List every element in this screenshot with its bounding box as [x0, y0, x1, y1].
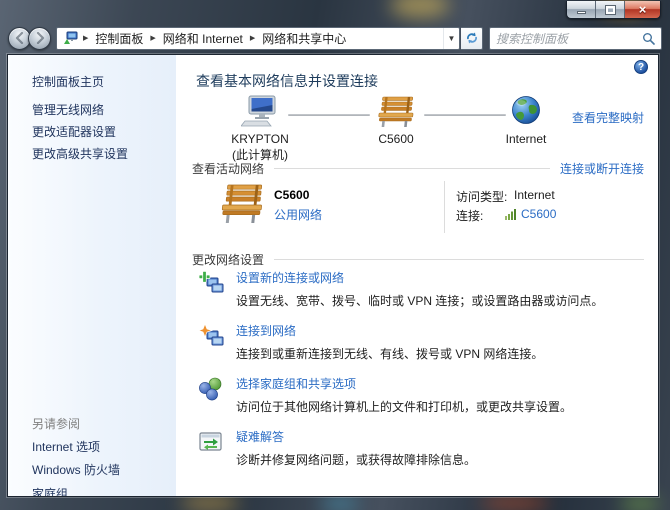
refresh-icon — [465, 31, 479, 45]
section-divider-line — [274, 168, 550, 169]
active-networks-title: 查看活动网络 — [192, 160, 264, 177]
column-divider — [444, 181, 445, 233]
breadcrumb-network-internet[interactable]: 网络和 Internet — [157, 28, 249, 49]
search-box[interactable]: 搜索控制面板 — [489, 27, 662, 50]
breadcrumb-separator-icon: ▶ — [149, 34, 156, 42]
connection-value-group: C5600 — [505, 207, 556, 221]
glass-blur-spot — [620, 496, 660, 510]
main-panel: ? 查看基本网络信息并设置连接 KRYPTON (此计算机) — [176, 55, 658, 496]
sidebar: 控制面板主页 管理无线网络 更改适配器设置 更改高级共享设置 另请参阅 Inte… — [8, 55, 176, 496]
connect-network-icon — [192, 322, 236, 362]
close-icon: × — [639, 3, 647, 16]
connect-disconnect-link[interactable]: 连接或断开连接 — [560, 160, 644, 177]
sidebar-item-change-adapter[interactable]: 更改适配器设置 — [32, 123, 116, 140]
maximize-icon — [606, 6, 615, 14]
address-bar[interactable]: ▶ 控制面板 ▶ 网络和 Internet ▶ 网络和共享中心 ▼ — [56, 27, 460, 50]
caption-buttons: × — [566, 1, 661, 19]
access-type-value: Internet — [514, 188, 555, 202]
refresh-button[interactable] — [461, 27, 483, 50]
address-dropdown-button[interactable]: ▼ — [443, 28, 459, 49]
active-networks-header: 查看活动网络 连接或断开连接 — [192, 160, 644, 177]
task-title-new-connection[interactable]: 设置新的连接或网络 — [236, 269, 603, 286]
network-settings-header: 更改网络设置 — [192, 251, 644, 268]
map-node-computer[interactable]: KRYPTON (此计算机) — [205, 95, 315, 162]
task-desc-new-connection: 设置无线、宽带、拨号、临时或 VPN 连接；或设置路由器或访问点。 — [236, 292, 603, 309]
public-network-link[interactable]: 公用网络 — [274, 206, 322, 223]
glass-blur-spot — [320, 496, 360, 510]
network-location-icon — [63, 31, 78, 45]
bench-icon[interactable] — [218, 183, 266, 223]
new-connection-icon — [192, 269, 236, 309]
sidebar-item-control-panel-home[interactable]: 控制面板主页 — [32, 73, 104, 90]
map-node-label: Internet — [471, 132, 581, 146]
breadcrumb-control-panel[interactable]: 控制面板 — [89, 28, 149, 49]
task-title-troubleshoot[interactable]: 疑难解答 — [236, 428, 476, 445]
sidebar-item-advanced-sharing[interactable]: 更改高级共享设置 — [32, 145, 128, 162]
task-desc-homegroup: 访问位于其他网络计算机上的文件和打印机，或更改共享设置。 — [236, 398, 572, 415]
task-new-connection: 设置新的连接或网络 设置无线、宽带、拨号、临时或 VPN 连接；或设置路由器或访… — [192, 269, 644, 309]
computer-icon — [241, 95, 279, 127]
breadcrumb-separator-icon: ▶ — [249, 34, 256, 42]
see-full-map-link[interactable]: 查看完整映射 — [572, 109, 644, 126]
active-network-panel: C5600 公用网络 访问类型: Internet 连接: C5600 — [192, 181, 644, 239]
task-title-connect-network[interactable]: 连接到网络 — [236, 322, 543, 339]
sidebar-item-homegroup[interactable]: 家庭组 — [32, 485, 68, 497]
minimize-button[interactable] — [567, 1, 596, 18]
task-list: 设置新的连接或网络 设置无线、宽带、拨号、临时或 VPN 连接；或设置路由器或访… — [192, 269, 644, 481]
map-node-label: C5600 — [341, 132, 451, 146]
glass-blur-spot — [390, 0, 450, 18]
bench-icon — [375, 95, 417, 127]
section-divider-line — [274, 259, 644, 260]
sidebar-item-windows-firewall[interactable]: Windows 防火墙 — [32, 461, 120, 478]
close-button[interactable]: × — [625, 1, 660, 18]
network-settings-title: 更改网络设置 — [192, 251, 264, 268]
wireless-signal-icon — [505, 208, 517, 220]
minimize-icon — [577, 11, 586, 14]
task-troubleshoot: 疑难解答 诊断并修复网络问题，或获得故障排除信息。 — [192, 428, 644, 468]
sidebar-item-manage-wireless[interactable]: 管理无线网络 — [32, 101, 104, 118]
globe-icon — [510, 95, 542, 127]
task-homegroup-options: 选择家庭组和共享选项 访问位于其他网络计算机上的文件和打印机，或更改共享设置。 — [192, 375, 644, 415]
connection-link[interactable]: C5600 — [521, 207, 556, 221]
navigation-bar: ▶ 控制面板 ▶ 网络和 Internet ▶ 网络和共享中心 ▼ 搜索控制面板 — [8, 24, 662, 52]
troubleshoot-icon — [192, 428, 236, 468]
sidebar-item-internet-options[interactable]: Internet 选项 — [32, 438, 100, 455]
access-type-label: 访问类型: — [456, 188, 507, 205]
breadcrumb-network-sharing-center[interactable]: 网络和共享中心 — [256, 28, 352, 49]
task-title-homegroup[interactable]: 选择家庭组和共享选项 — [236, 375, 572, 392]
connections-label: 连接: — [456, 207, 483, 224]
window-content: 控制面板主页 管理无线网络 更改适配器设置 更改高级共享设置 另请参阅 Inte… — [7, 54, 659, 497]
network-sharing-center-window: { "window": { "caption": { "minimize": "… — [0, 0, 670, 510]
breadcrumb-separator-icon: ▶ — [82, 34, 89, 42]
forward-button[interactable] — [28, 27, 51, 50]
map-node-internet[interactable]: Internet — [471, 95, 581, 146]
forward-arrow-icon — [34, 32, 46, 44]
see-also-header: 另请参阅 — [32, 415, 80, 432]
active-network-name: C5600 — [274, 188, 309, 202]
task-desc-connect-network: 连接到或重新连接到无线、有线、拨号或 VPN 网络连接。 — [236, 345, 543, 362]
homegroup-icon — [192, 375, 236, 415]
help-icon[interactable]: ? — [634, 60, 648, 74]
back-arrow-icon — [14, 32, 26, 44]
task-connect-network: 连接到网络 连接到或重新连接到无线、有线、拨号或 VPN 网络连接。 — [192, 322, 644, 362]
page-title: 查看基本网络信息并设置连接 — [196, 71, 378, 91]
map-node-label: KRYPTON — [205, 132, 315, 146]
search-icon[interactable] — [642, 32, 655, 45]
task-desc-troubleshoot: 诊断并修复网络问题，或获得故障排除信息。 — [236, 451, 476, 468]
maximize-button[interactable] — [596, 1, 625, 18]
search-placeholder: 搜索控制面板 — [496, 30, 642, 47]
map-node-network[interactable]: C5600 — [341, 95, 451, 146]
